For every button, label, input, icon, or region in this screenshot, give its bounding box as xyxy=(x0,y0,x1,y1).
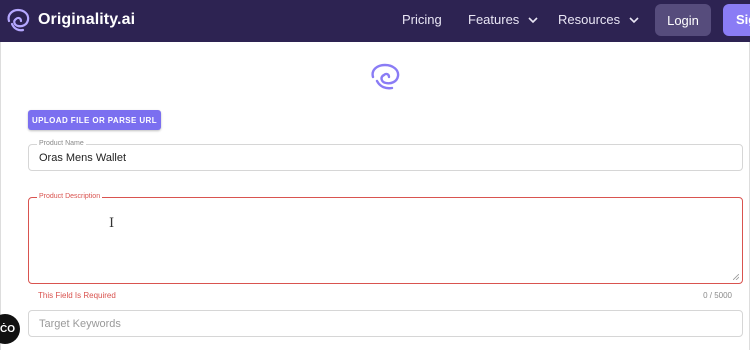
product-description-label: Product Description xyxy=(37,192,103,202)
signup-button[interactable]: Sig xyxy=(723,4,750,36)
brain-logo-icon xyxy=(371,63,400,90)
top-navbar: Originality.ai Pricing Features Resource… xyxy=(0,0,750,42)
chevron-down-icon xyxy=(528,16,538,23)
description-error: This Field Is Required xyxy=(38,291,116,300)
resize-handle-icon[interactable] xyxy=(733,274,739,280)
nav-pricing[interactable]: Pricing xyxy=(402,12,442,27)
target-keywords-placeholder: Target Keywords xyxy=(39,318,121,330)
brain-logo-icon xyxy=(7,8,30,32)
nav-pricing-label: Pricing xyxy=(402,12,442,27)
product-description-field[interactable]: Product Description I xyxy=(28,192,743,284)
product-name-value: Oras Mens Wallet xyxy=(39,152,127,164)
chevron-down-icon xyxy=(629,16,639,23)
brand-name: Originality.ai xyxy=(38,11,136,28)
product-name-label: Product Name xyxy=(37,139,86,149)
nav-features-label: Features xyxy=(468,12,520,27)
description-char-counter: 0 / 5000 xyxy=(703,291,732,300)
product-name-field[interactable]: Product Name Oras Mens Wallet xyxy=(28,139,743,171)
upload-file-button[interactable]: UPLOAD FILE OR PARSE URL xyxy=(28,110,161,130)
text-cursor-icon: I xyxy=(109,216,115,231)
login-button[interactable]: Login xyxy=(655,4,711,36)
brand-link[interactable]: Originality.ai xyxy=(4,6,135,34)
target-keywords-field[interactable]: Target Keywords xyxy=(28,310,743,337)
nav-features[interactable]: Features xyxy=(468,12,538,27)
nav-resources[interactable]: Resources xyxy=(558,12,639,27)
nav-resources-label: Resources xyxy=(558,12,621,27)
